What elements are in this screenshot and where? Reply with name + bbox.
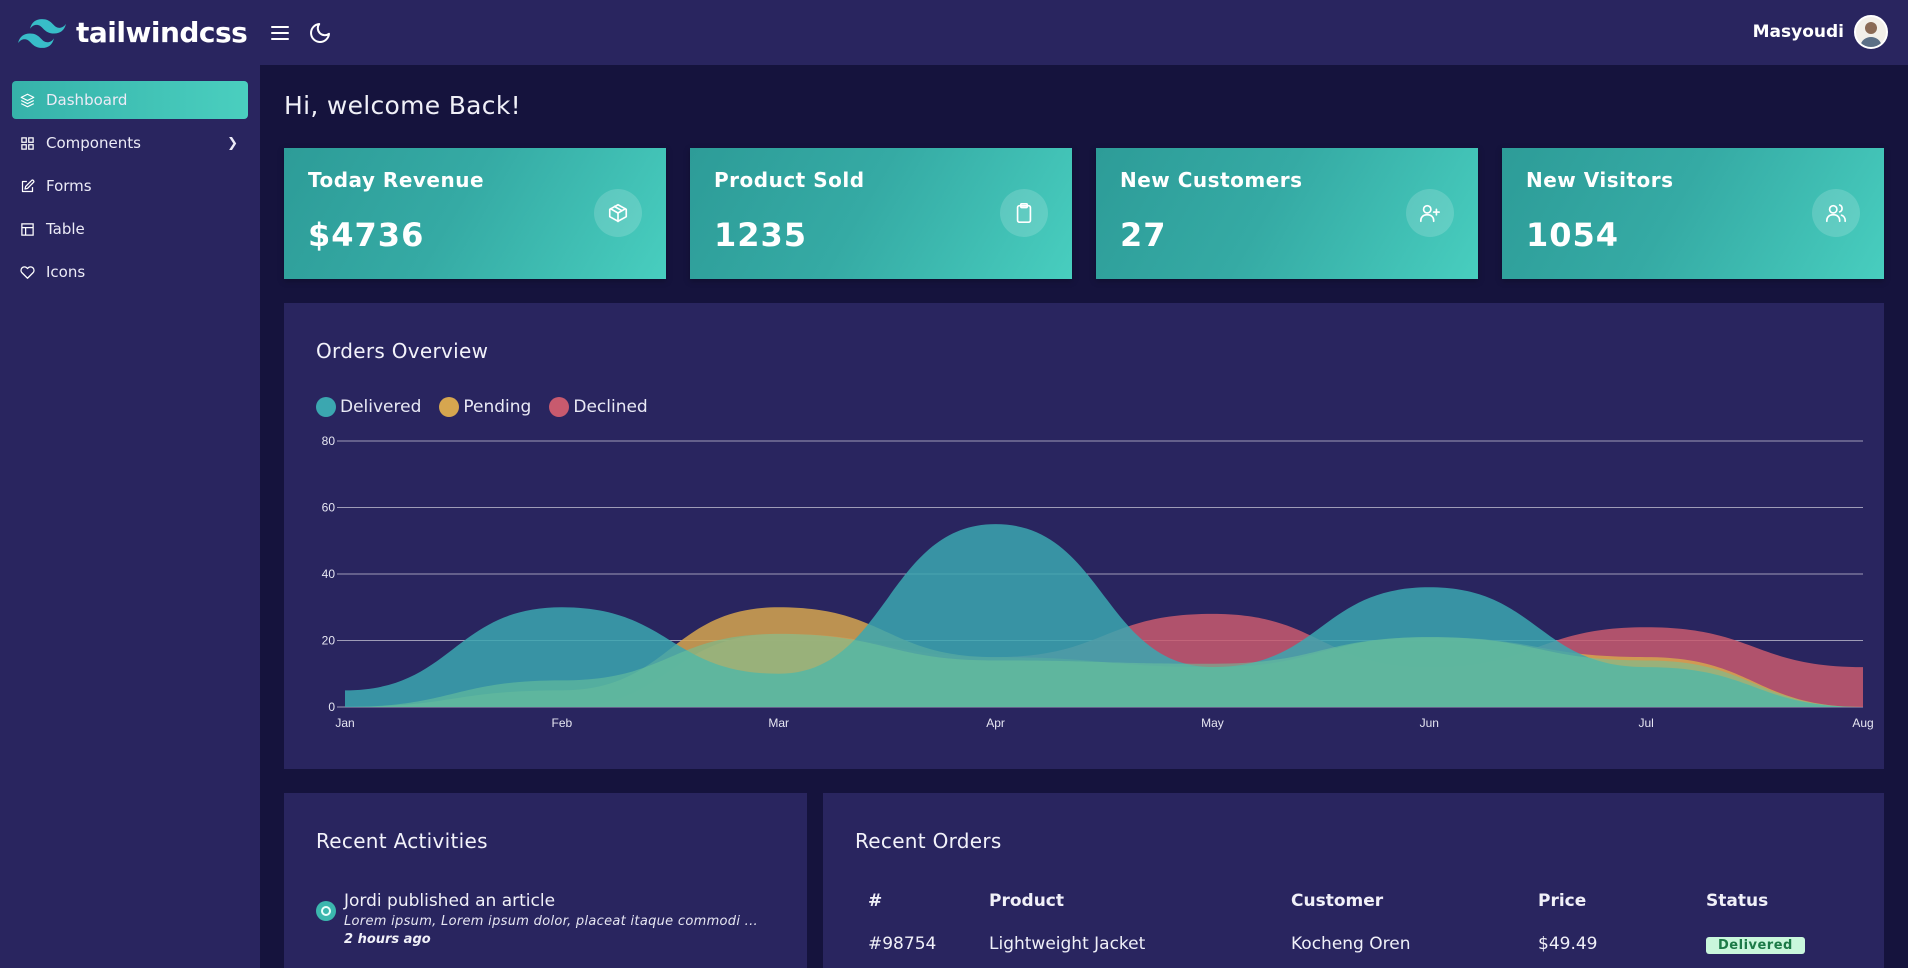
- user-name: Masyoudi: [1752, 22, 1844, 42]
- column-header-customer: Customer: [1291, 891, 1384, 911]
- brand-logo[interactable]: tailwindcss: [0, 16, 260, 49]
- orders-table: # Product Customer Price Status #98754 L…: [855, 879, 1852, 965]
- edit-icon: [21, 179, 35, 192]
- x-tick-label: Jun: [1420, 716, 1439, 730]
- legend-item-delivered[interactable]: Delivered: [316, 397, 421, 417]
- layers-icon: [20, 93, 35, 107]
- sidebar-item-label: Dashboard: [46, 91, 128, 109]
- activity-item: Jordi published an article Lorem ipsum, …: [316, 891, 758, 947]
- y-tick-label: 60: [322, 501, 336, 515]
- y-tick-label: 40: [322, 567, 336, 581]
- legend-label: Pending: [463, 397, 532, 417]
- theme-toggle-button[interactable]: [300, 13, 340, 53]
- legend-label: Declined: [573, 397, 648, 417]
- avatar[interactable]: [1854, 15, 1888, 49]
- legend-label: Delivered: [340, 397, 422, 417]
- stat-title: Product Sold: [714, 168, 865, 192]
- stat-value: 1054: [1526, 216, 1620, 254]
- table-icon: [21, 222, 34, 236]
- sidebar-item-label: Table: [46, 220, 85, 238]
- sidebar-item-icons[interactable]: Icons: [12, 253, 248, 291]
- x-tick-label: Mar: [768, 716, 789, 730]
- hamburger-icon: [271, 25, 289, 40]
- grid-icon: [21, 136, 34, 150]
- recent-activities-panel: Recent Activities Jordi published an art…: [284, 793, 807, 968]
- legend-item-pending[interactable]: Pending: [439, 397, 531, 417]
- legend-swatch: [316, 397, 336, 417]
- legend-swatch: [549, 397, 570, 417]
- stat-card-revenue: Today Revenue $4736: [284, 148, 666, 279]
- chevron-right-icon: ❯: [227, 135, 238, 151]
- orders-overview-chart: 0 20 40 60 80 Jan Feb Mar Apr May Jun Jul Aug: [322, 434, 1874, 730]
- chart-legend: Delivered Pending Declined: [316, 397, 666, 417]
- x-tick-label: Jul: [1638, 716, 1653, 730]
- x-tick-label: Apr: [986, 716, 1005, 730]
- activity-title: Jordi published an article: [344, 891, 556, 911]
- brand-name: tailwindcss: [76, 16, 248, 49]
- sidebar-item-label: Icons: [46, 263, 86, 281]
- stat-value: 27: [1120, 216, 1167, 254]
- sidebar-item-components[interactable]: Components ❯: [12, 124, 248, 162]
- user-plus-icon: [1406, 189, 1454, 237]
- order-customer: Kocheng Oren: [1291, 934, 1411, 954]
- avatar-person-icon: [1860, 22, 1882, 47]
- legend-item-declined[interactable]: Declined: [549, 397, 648, 417]
- y-tick-label: 80: [322, 434, 336, 448]
- page-title: Hi, welcome Back!: [284, 91, 521, 120]
- activities-title: Recent Activities: [316, 829, 488, 853]
- orders-overview-panel: 0 20 40 60 80 Jan Feb Mar Apr May Jun Jul Aug Orders…: [284, 303, 1884, 769]
- sidebar: Dashboard Components ❯ Forms Table Icons: [0, 65, 260, 968]
- main-content: Hi, welcome Back! Today Revenue $4736 Pr…: [260, 65, 1908, 968]
- y-tick-label: 20: [322, 634, 336, 648]
- user-menu[interactable]: Masyoudi: [1753, 15, 1888, 49]
- column-header-price: Price: [1538, 891, 1587, 911]
- stat-title: New Customers: [1120, 168, 1303, 192]
- order-price: $49.49: [1538, 934, 1598, 954]
- heart-icon: [20, 265, 35, 279]
- legend-swatch: [439, 397, 460, 417]
- sidebar-item-label: Components: [46, 134, 141, 152]
- activity-description: Lorem ipsum, Lorem ipsum dolor, placeat …: [344, 914, 758, 929]
- table-row[interactable]: #98754 Lightweight Jacket Kocheng Oren $…: [855, 922, 1852, 965]
- users-icon: [1812, 189, 1860, 237]
- sidebar-item-label: Forms: [46, 177, 92, 195]
- table-header-row: # Product Customer Price Status: [855, 879, 1852, 922]
- order-product: Lightweight Jacket: [989, 934, 1146, 954]
- tailwind-logo-icon: [18, 18, 66, 48]
- stat-card-new-visitors: New Visitors 1054: [1502, 148, 1884, 279]
- stat-card-new-customers: New Customers 27: [1096, 148, 1478, 279]
- column-header-id: #: [868, 891, 883, 911]
- stat-value: 1235: [714, 216, 808, 254]
- column-header-status: Status: [1706, 891, 1769, 911]
- recent-orders-panel: Recent Orders # Product Customer Price S…: [823, 793, 1884, 968]
- stat-card-product-sold: Product Sold 1235: [690, 148, 1072, 279]
- activity-status-icon: [316, 901, 336, 921]
- x-tick-label: May: [1201, 716, 1224, 730]
- stat-title: New Visitors: [1526, 168, 1674, 192]
- sidebar-item-forms[interactable]: Forms: [12, 167, 248, 205]
- chart-title: Orders Overview: [316, 339, 489, 363]
- x-tick-label: Aug: [1852, 716, 1873, 730]
- orders-title: Recent Orders: [855, 829, 1002, 853]
- activity-time: 2 hours ago: [344, 932, 431, 947]
- menu-toggle-button[interactable]: [260, 13, 300, 53]
- x-tick-label: Jan: [335, 716, 354, 730]
- moon-icon: [310, 22, 330, 43]
- y-tick-label: 0: [328, 700, 335, 714]
- order-id: #98754: [868, 934, 937, 954]
- x-tick-label: Feb: [552, 716, 573, 730]
- top-bar: tailwindcss Masyoudi: [0, 0, 1908, 65]
- sidebar-item-dashboard[interactable]: Dashboard: [12, 81, 248, 119]
- stat-value: $4736: [308, 216, 425, 254]
- column-header-product: Product: [989, 891, 1064, 911]
- status-badge: Delivered: [1706, 937, 1805, 954]
- box-icon: [594, 189, 642, 237]
- clipboard-icon: [1000, 189, 1048, 237]
- stat-title: Today Revenue: [308, 168, 485, 192]
- sidebar-item-table[interactable]: Table: [12, 210, 248, 248]
